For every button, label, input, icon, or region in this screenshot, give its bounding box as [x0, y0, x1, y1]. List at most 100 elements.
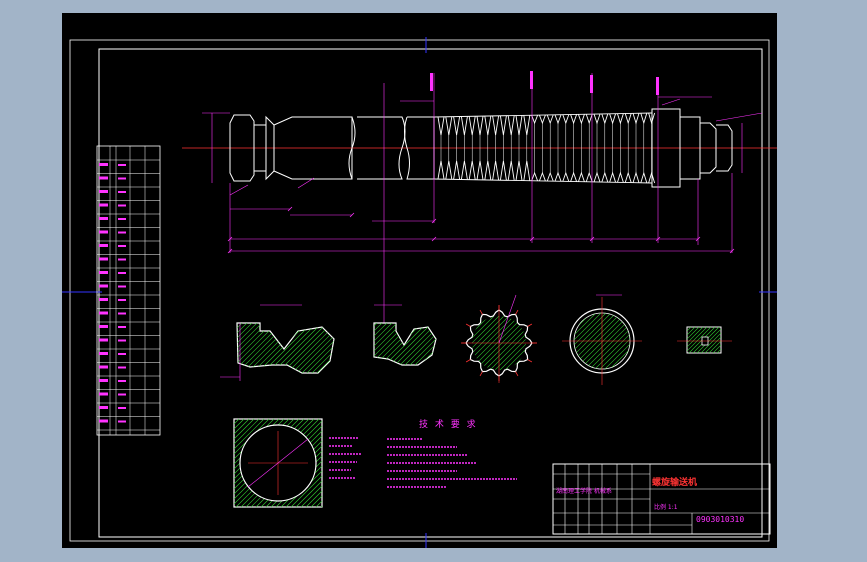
thread-tooth-bottom [640, 171, 648, 184]
thread-tooth-top [538, 114, 546, 125]
square-hatch-line [305, 490, 323, 508]
table-cell-mark [118, 420, 126, 423]
table-cell-mark [99, 352, 108, 355]
thread-tooth-top [616, 113, 624, 125]
dim-label-mark [530, 71, 533, 89]
hatch-line [237, 323, 253, 373]
hatch-line [246, 323, 308, 373]
screw-top-edge [433, 112, 653, 118]
thread-tooth-top [476, 116, 484, 136]
thread-tooth-top [593, 113, 601, 125]
section-view-b [373, 304, 437, 366]
table-cell-mark [99, 379, 108, 382]
table-cell-mark [99, 257, 108, 261]
hatch-line [271, 323, 333, 373]
table-cell-mark [118, 258, 126, 261]
drawing-title: 螺旋输送机 [652, 476, 697, 488]
hatch-line [237, 323, 238, 373]
hatch-line [532, 308, 602, 378]
thread-tooth-top [624, 113, 632, 125]
thread-tooth-bottom [632, 171, 640, 183]
hatch-line [380, 323, 433, 365]
table-cell-mark [118, 353, 126, 355]
detail-section-view [677, 326, 732, 354]
thread-tooth-bottom [437, 160, 445, 180]
hatch-line [301, 323, 334, 373]
thread-tooth-top [601, 113, 609, 125]
thread-tooth-top [632, 113, 640, 125]
thread-tooth-bottom [460, 160, 468, 180]
hatch-line [420, 323, 436, 365]
gear-tick [515, 371, 519, 377]
table-cell-mark [99, 230, 108, 234]
outer-frame [69, 39, 770, 542]
gear-tick [527, 323, 533, 327]
title-block: 螺旋输送机 0903010310 湖南理工学院 机械系 比例 1:1 [552, 463, 771, 535]
table-cell-mark [118, 204, 126, 207]
dim-label-mark [590, 75, 593, 93]
table-cell-mark [99, 298, 108, 301]
table-cell-mark [99, 203, 108, 207]
table-cell-mark [118, 231, 126, 234]
square-hatch-line [233, 418, 240, 425]
thread-tooth-top [492, 115, 500, 136]
hatch-line [374, 323, 408, 365]
hatch-line [237, 323, 298, 373]
hatch-line [374, 323, 388, 365]
table-cell-mark [118, 407, 126, 409]
hatch-line [237, 323, 243, 373]
hatch-line [696, 327, 721, 353]
thread-tooth-bottom [515, 160, 523, 181]
table-cell-mark [99, 217, 108, 220]
hatch-line [687, 327, 696, 353]
gear-tick [465, 359, 471, 363]
thread-tooth-top [484, 116, 492, 136]
cad-viewport[interactable]: 技 术 要 求 螺旋输送机 0903010310 湖南理工学院 机械系 比例 1… [62, 13, 777, 548]
thread-tooth-top [507, 115, 515, 136]
thread-tooth-bottom [570, 171, 578, 182]
thread-tooth-top [546, 114, 554, 125]
gear-tick [479, 309, 483, 315]
table-cell-mark [118, 285, 126, 288]
hatch-line [237, 323, 283, 373]
hatch-line [708, 327, 721, 353]
hatch-line [281, 323, 334, 373]
hatch-line [400, 323, 436, 365]
hatch-line [316, 323, 334, 373]
hatch-line [237, 323, 278, 373]
shaft-main-view [182, 71, 777, 323]
thread-tooth-top [523, 115, 531, 136]
thread-tooth-top [554, 114, 562, 125]
gear-tick [515, 309, 519, 315]
school-name: 湖南理工学院 机械系 [556, 487, 612, 495]
scale-label: 比例 1:1 [654, 503, 678, 511]
tech-requirements: 技 术 要 求 [329, 418, 517, 488]
table-cell-mark [118, 272, 126, 274]
hatch-line [405, 323, 436, 365]
table-cell-mark [99, 311, 108, 315]
thread-tooth-top [515, 115, 523, 136]
gear-tick [465, 323, 471, 327]
square-hatch-line [315, 500, 323, 508]
table-cell-mark [118, 380, 126, 382]
screw-bottom-edge [433, 178, 653, 184]
thread-tooth-top [468, 116, 476, 136]
thread-tooth-bottom [453, 160, 461, 180]
thread-tooth-bottom [593, 171, 601, 183]
thread-tooth-bottom [609, 171, 617, 183]
table-cell-mark [99, 284, 108, 288]
table-cell-mark [118, 177, 126, 180]
table-cell-mark [99, 406, 108, 409]
hatch-line [296, 323, 334, 373]
thread-tooth-bottom [577, 171, 585, 182]
hatch-line [306, 323, 334, 373]
hatch-line [687, 327, 704, 353]
hatch-line [527, 308, 597, 378]
thread-tooth-bottom [468, 160, 476, 180]
hatch-line [410, 323, 436, 365]
hatch-line [704, 327, 721, 353]
table-cell-mark [118, 312, 126, 315]
thread-tooth-bottom [445, 160, 453, 180]
hatch-line [256, 323, 318, 373]
hatch-line [385, 323, 436, 365]
